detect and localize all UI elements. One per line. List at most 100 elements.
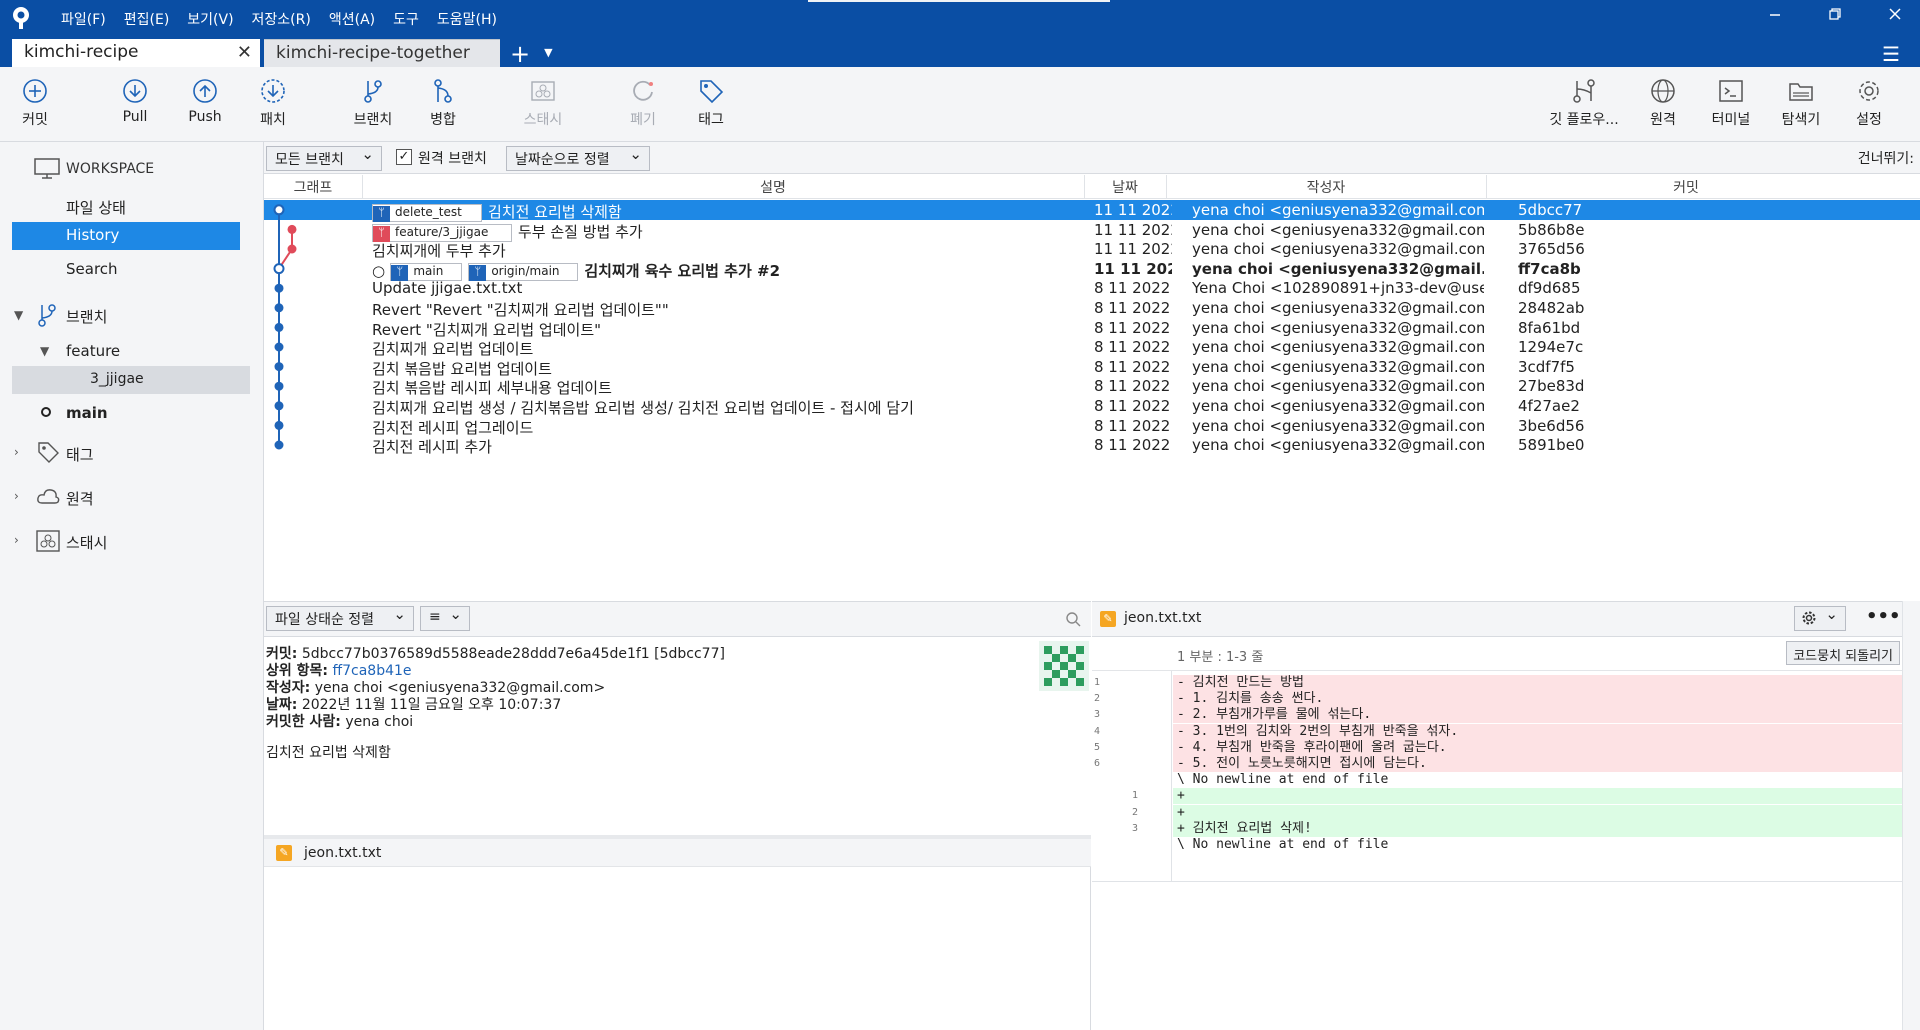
commit-row[interactable]: ᛘdelete_test김치전 요리법 삭제함11 11 2022 2yena … [264, 200, 1920, 222]
restore-button[interactable] [1822, 6, 1848, 28]
column-commit[interactable]: 커밋 [1486, 177, 1886, 197]
commit-date: 11 11 2022 [1094, 259, 1172, 278]
file-row[interactable]: ✎ jeon.txt.txt [264, 839, 1091, 867]
menu-help[interactable]: 도움말(H) [428, 7, 506, 31]
terminal-button[interactable]: 터미널 [1696, 77, 1766, 129]
sidebar-item-file-status[interactable]: 파일 상태 [66, 197, 126, 218]
stash-button[interactable]: 스태시 [508, 77, 578, 129]
column-graph[interactable]: 그래프 [264, 177, 362, 197]
menu-repository[interactable]: 저장소(R) [243, 7, 320, 31]
graph-commit-node[interactable] [274, 303, 284, 313]
file-sort-dropdown[interactable]: 파일 상태순 정렬 [266, 605, 414, 631]
menu-bar: 파일(F) 편집(E) 보기(V) 저장소(R) 액션(A) 도구 도움말(H) [52, 7, 506, 31]
commit-row[interactable]: 김치찌개 요리법 업데이트 8 11 2022 2 yena choi <geniu… [264, 337, 1920, 358]
sidebar-tags[interactable]: 태그 [66, 444, 94, 465]
commit-date: 8 11 2022 2 [1094, 436, 1172, 455]
commit-message: 김치전 레시피 추가 [372, 438, 492, 457]
pull-button[interactable]: Pull [100, 77, 170, 125]
commit-row[interactable]: 김치 볶음밥 레시피 세부내용 업데이트 8 11 2022 2 yena choi… [264, 376, 1920, 397]
tab-kimchi-recipe-together[interactable]: kimchi-recipe-together [264, 39, 500, 67]
graph-commit-node[interactable] [274, 283, 284, 293]
graph-commit-node[interactable] [274, 440, 284, 450]
hamburger-menu-icon[interactable]: ☰ [1882, 42, 1900, 66]
commit-message: Revert "김치찌개 요리법 업데이트" [372, 320, 602, 339]
commit-button[interactable]: 커밋 [0, 77, 70, 129]
sidebar-branch-main[interactable]: main [66, 404, 108, 422]
chevron-right-icon[interactable]: › [14, 533, 19, 547]
commit-row[interactable]: Update jjigae.txt.txt 8 11 2022 2 Yena Cho… [264, 278, 1920, 298]
sidebar-stashes[interactable]: 스태시 [66, 532, 107, 553]
graph-commit-node[interactable] [274, 381, 284, 391]
commit-hash: 5891be0 [1518, 436, 1585, 455]
graph-commit-node[interactable] [274, 401, 284, 411]
chevron-down-icon[interactable]: ▼ [40, 344, 49, 358]
merge-button[interactable]: 병합 [408, 77, 478, 129]
graph-commit-node[interactable] [287, 224, 297, 234]
commit-row[interactable]: 김치전 레시피 업그레이드 8 11 2022 2 yena choi <geniu… [264, 416, 1920, 437]
discard-icon [633, 80, 653, 101]
push-button[interactable]: Push [170, 77, 240, 125]
view-mode-dropdown[interactable]: ≡ [420, 605, 470, 631]
graph-commit-node[interactable] [273, 204, 285, 216]
commit-row[interactable]: ᛘfeature/3_jjigae두부 손질 방법 추가11 11 2022 2… [264, 220, 1920, 242]
pull-icon [123, 79, 147, 103]
diff-options-dropdown[interactable] [1794, 605, 1846, 631]
more-options-icon[interactable]: ••• [1866, 606, 1901, 627]
sidebar-item-history[interactable]: History [12, 222, 240, 250]
commit-date: 11 11 2022 2 [1094, 220, 1172, 239]
menu-edit[interactable]: 편집(E) [115, 7, 179, 31]
commit-row[interactable]: 김치전 레시피 추가 8 11 2022 2 yena choi <geniusye… [264, 435, 1920, 457]
column-date[interactable]: 날짜 [1084, 177, 1166, 197]
settings-button[interactable]: 설정 [1834, 77, 1904, 129]
menu-tools[interactable]: 도구 [384, 7, 428, 31]
tag-button[interactable]: 태그 [676, 77, 746, 129]
chevron-right-icon[interactable]: › [14, 489, 19, 503]
sort-dropdown[interactable]: 날짜순으로 정렬 [506, 145, 650, 171]
sidebar-branch-folder-feature[interactable]: feature [66, 342, 120, 360]
menu-view[interactable]: 보기(V) [178, 7, 242, 31]
explorer-button[interactable]: 탐색기 [1766, 77, 1836, 129]
terminal-label: 터미널 [1711, 112, 1751, 128]
scrollbar[interactable] [1902, 601, 1920, 1030]
menu-actions[interactable]: 액션(A) [320, 7, 384, 31]
sidebar-remotes[interactable]: 원격 [66, 488, 94, 509]
diff-line-add: + 김치전 요리법 삭제! [1173, 820, 1902, 837]
graph-commit-node[interactable] [274, 420, 284, 430]
branch-filter-dropdown[interactable]: 모든 브랜치 [266, 145, 382, 171]
remote-branches-checkbox[interactable]: ✓ [396, 149, 412, 165]
remote-button[interactable]: 원격 [1628, 77, 1698, 129]
chevron-right-icon[interactable]: › [14, 445, 19, 459]
graph-commit-node[interactable] [274, 322, 284, 332]
commit-row[interactable]: Revert "김치찌개 요리법 업데이트" 8 11 2022 2 yena ch… [264, 318, 1920, 339]
column-author[interactable]: 작성자 [1166, 177, 1486, 197]
close-tab-icon[interactable]: ✕ [237, 42, 252, 63]
discard-button[interactable]: 폐기 [608, 77, 678, 129]
tab-dropdown-icon[interactable]: ▼ [544, 39, 552, 67]
close-window-button[interactable] [1882, 6, 1908, 28]
add-tab-icon[interactable]: + [510, 41, 530, 67]
sidebar-branch-3-jjigae[interactable]: 3_jjigae [12, 366, 250, 394]
search-icon[interactable] [1065, 611, 1081, 627]
graph-commit-node[interactable] [274, 362, 284, 372]
git-flow-label: 깃 플로우... [1549, 112, 1619, 128]
graph-commit-node[interactable] [273, 263, 285, 275]
branch-button[interactable]: 브랜치 [338, 77, 408, 129]
patch-button[interactable]: 패치 [238, 77, 308, 129]
tab-kimchi-recipe[interactable]: kimchi-recipe ✕ [12, 39, 260, 67]
chevron-down-icon[interactable]: ▼ [14, 308, 23, 322]
commit-row[interactable]: Revert "Revert "김치찌개 요리법 업데이트"" 8 11 2022… [264, 298, 1920, 319]
commit-author: yena choi <geniusyena332@gmail.com> [1192, 397, 1484, 415]
commit-row[interactable]: 김치찌개에 두부 추가 11 11 2022 2 yena choi <genius… [264, 239, 1920, 260]
graph-commit-node[interactable] [287, 244, 297, 254]
sidebar-item-search[interactable]: Search [66, 260, 118, 278]
commit-row[interactable]: 김치찌개 요리법 생성 / 김치볶음밥 요리법 생성/ 김치전 요리법 업데이트… [264, 396, 1920, 417]
revert-hunk-button[interactable]: 코드뭉치 되돌리기 [1786, 641, 1900, 665]
column-description[interactable]: 설명 [362, 177, 1184, 197]
git-flow-button[interactable]: 깃 플로우... [1546, 77, 1622, 129]
commit-row[interactable]: 김치 볶음밥 요리법 업데이트 8 11 2022 2 yena choi <gen… [264, 357, 1920, 378]
minimize-button[interactable] [1762, 6, 1788, 28]
graph-commit-node[interactable] [274, 342, 284, 352]
sidebar-branches[interactable]: 브랜치 [66, 306, 107, 327]
menu-file[interactable]: 파일(F) [52, 7, 115, 31]
commit-row[interactable]: ○ ᛘ main ᛘ origin/main 김치찌개 육수 요리법 추가 #2 11 1… [264, 259, 1920, 281]
